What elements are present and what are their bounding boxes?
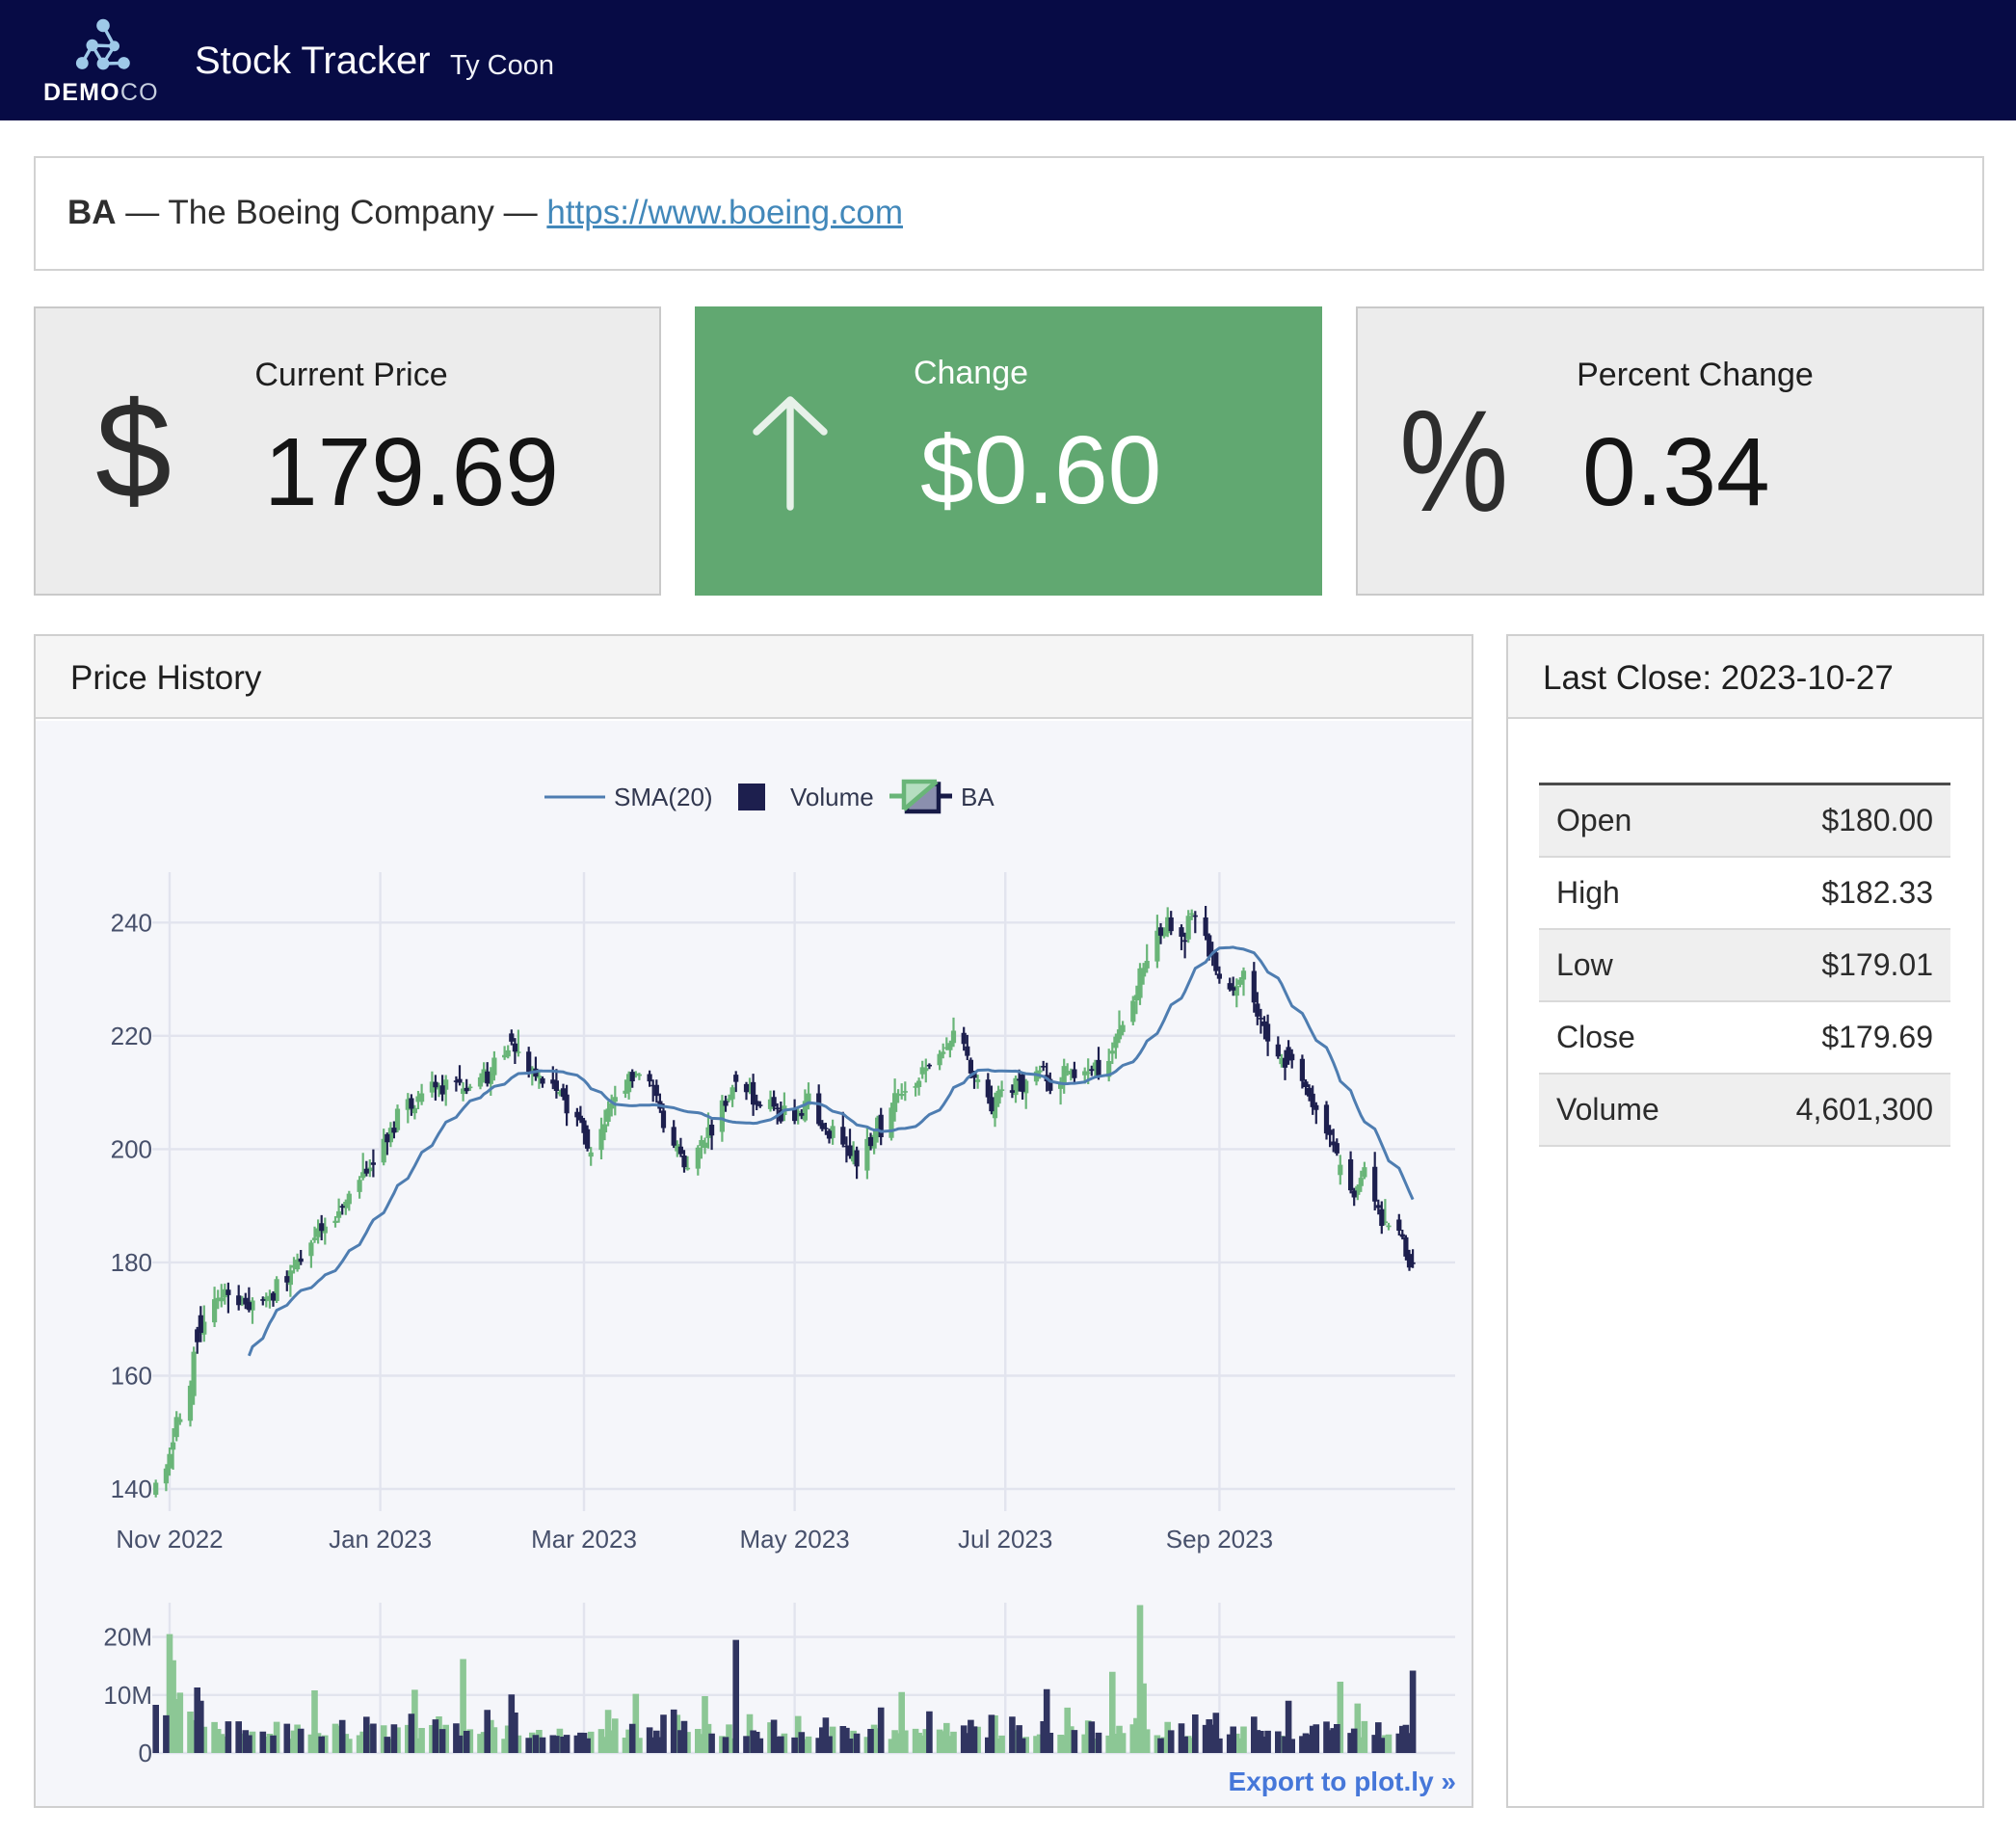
svg-text:BA: BA (961, 783, 995, 811)
svg-text:220: 220 (111, 1022, 152, 1050)
svg-text:May 2023: May 2023 (740, 1525, 850, 1554)
svg-text:200: 200 (111, 1134, 152, 1163)
svg-text:10M: 10M (103, 1681, 152, 1710)
svg-text:Export to plot.ly »: Export to plot.ly » (1229, 1767, 1456, 1796)
svg-text:180: 180 (111, 1248, 152, 1277)
svg-text:Sep 2023: Sep 2023 (1166, 1525, 1273, 1554)
svg-text:240: 240 (111, 908, 152, 937)
svg-text:Volume: Volume (790, 783, 874, 811)
svg-text:160: 160 (111, 1362, 152, 1391)
svg-text:20M: 20M (103, 1623, 152, 1652)
svg-text:Mar 2023: Mar 2023 (531, 1525, 637, 1554)
svg-text:Jan 2023: Jan 2023 (329, 1525, 432, 1554)
svg-text:0: 0 (139, 1739, 152, 1767)
svg-text:Nov 2022: Nov 2022 (116, 1525, 223, 1554)
svg-text:Jul 2023: Jul 2023 (958, 1525, 1052, 1554)
svg-text:SMA(20): SMA(20) (614, 783, 713, 811)
svg-text:140: 140 (111, 1474, 152, 1503)
